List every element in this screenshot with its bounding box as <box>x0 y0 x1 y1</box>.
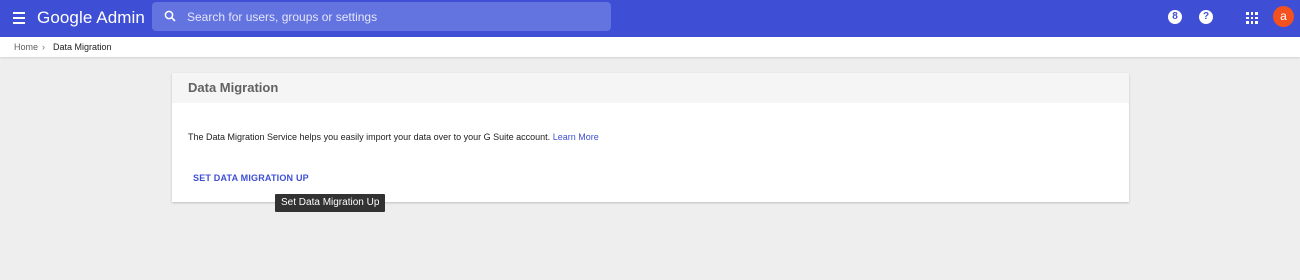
breadcrumb-current: Data Migration <box>53 42 112 52</box>
learn-more-link[interactable]: Learn More <box>553 132 599 142</box>
search-icon <box>164 10 176 22</box>
tooltip: Set Data Migration Up <box>275 194 386 212</box>
breadcrumb: Home › Data Migration <box>0 37 1300 57</box>
chevron-right-icon: › <box>42 42 45 52</box>
search-input[interactable] <box>187 2 597 31</box>
support-icon[interactable]: 8 <box>1168 10 1182 24</box>
app-title[interactable]: Google Admin <box>37 8 145 28</box>
avatar[interactable]: a <box>1273 6 1294 27</box>
help-icon[interactable]: ? <box>1199 10 1213 24</box>
breadcrumb-home[interactable]: Home <box>14 37 38 57</box>
description-text: The Data Migration Service helps you eas… <box>188 132 553 142</box>
top-app-bar: Google Admin 8 ? a <box>0 0 1300 37</box>
card-title: Data Migration <box>172 73 1129 103</box>
menu-icon[interactable] <box>13 12 25 24</box>
set-data-migration-up-button[interactable]: SET DATA MIGRATION UP <box>193 173 309 183</box>
card-description: The Data Migration Service helps you eas… <box>188 132 599 142</box>
data-migration-card: Data Migration The Data Migration Servic… <box>172 73 1129 202</box>
apps-grid-icon[interactable] <box>1246 12 1258 24</box>
